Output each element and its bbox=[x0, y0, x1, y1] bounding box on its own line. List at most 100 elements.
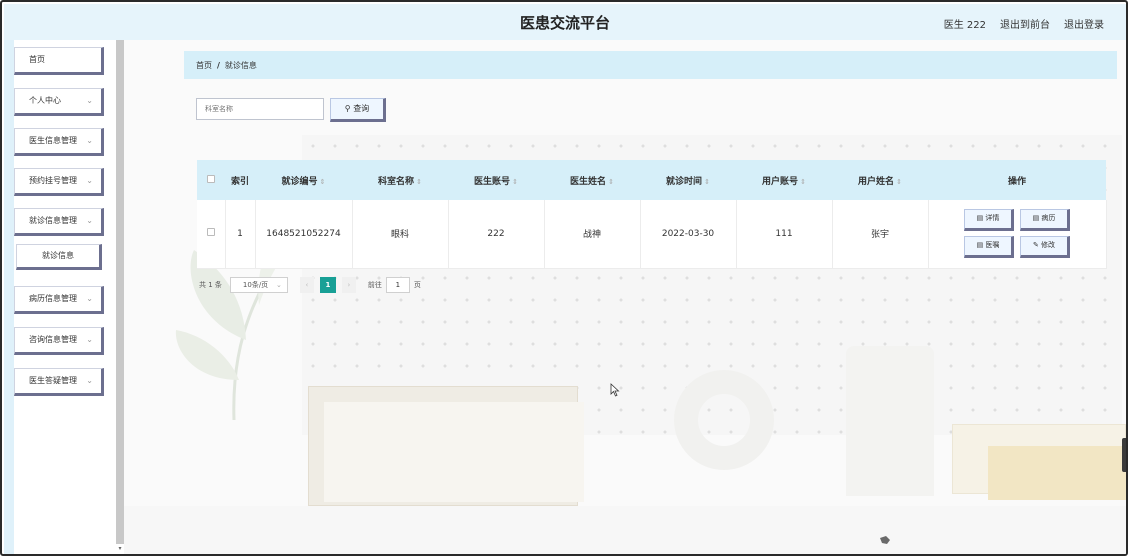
sidebar-item-label: 医生答疑管理 bbox=[29, 376, 77, 385]
right-edge-scroll-handle[interactable] bbox=[1122, 438, 1126, 472]
visit-table: 索引 就诊编号 ⇕ 科室名称 ⇕ 医生账号 ⇕ 医生姓名 ⇕ 就诊时间 ⇕ 用户账号 ⇕ 用… bbox=[197, 160, 1107, 269]
cell-visit-time: 2022-03-30 bbox=[640, 200, 737, 269]
chevron-down-icon: ⌄ bbox=[276, 281, 282, 289]
cell-doctor-account: 222 bbox=[448, 200, 545, 269]
search-button[interactable]: ⚲ 查询 bbox=[330, 98, 386, 122]
column-header-label: 医生姓名 bbox=[570, 176, 607, 187]
cell-actions: ▤ 详情 ▤ 病历 ▤ 医嘱 ✎ 修改 bbox=[928, 200, 1107, 269]
sidebar-item-doctor-info[interactable]: 医生信息管理 ⌄ bbox=[14, 128, 104, 156]
column-header[interactable]: 就诊编号 ⇕ bbox=[255, 160, 352, 200]
document-icon: ▤ bbox=[1032, 214, 1040, 223]
dept-search-input[interactable] bbox=[196, 98, 324, 120]
breadcrumb-current: 就诊信息 bbox=[224, 61, 257, 70]
sidebar-item-medical-records[interactable]: 病历信息管理 ⌄ bbox=[14, 286, 104, 314]
row-checkbox-cell[interactable] bbox=[197, 200, 226, 269]
goto-page-input[interactable]: 1 bbox=[385, 277, 410, 293]
table-row: 1 1648521052274 眼科 222 战神 2022-03-30 111… bbox=[197, 200, 1107, 269]
scroll-down-arrow-icon[interactable]: ▾ bbox=[116, 544, 124, 554]
sort-icon[interactable]: ⇕ bbox=[704, 178, 710, 186]
page-size-select[interactable]: 10条/页 ⌄ bbox=[229, 277, 288, 293]
chevron-left-icon: ‹ bbox=[305, 281, 309, 289]
sort-icon[interactable]: ⇕ bbox=[608, 178, 614, 186]
sidebar-scrollbar[interactable] bbox=[116, 40, 124, 544]
background-floor bbox=[124, 506, 1126, 554]
next-page-button[interactable]: › bbox=[341, 277, 356, 293]
cell-index: 1 bbox=[225, 200, 256, 269]
column-header: 索引 bbox=[225, 160, 255, 200]
chevron-up-icon: ⌄ bbox=[86, 216, 93, 225]
header-user-links: 医生 222 退出到前台 退出登录 bbox=[944, 16, 1104, 31]
back-to-frontend-link[interactable]: 退出到前台 bbox=[1000, 16, 1050, 31]
breadcrumb: 首页 / 就诊信息 bbox=[196, 60, 257, 71]
current-user-label: 医生 222 bbox=[943, 20, 986, 31]
pagination: 共 1 条 10条/页 ⌄ ‹ 1 › 前往 1 页 bbox=[199, 277, 421, 293]
page-number-button[interactable]: 1 bbox=[319, 277, 336, 293]
column-header-label: 就诊编号 bbox=[281, 176, 318, 187]
chevron-right-icon: › bbox=[347, 281, 351, 289]
sidebar-item-doctor-qa[interactable]: 医生答疑管理 ⌄ bbox=[14, 368, 104, 396]
checkbox-icon[interactable] bbox=[207, 174, 215, 183]
document-icon: ▤ bbox=[976, 214, 984, 223]
select-all-checkbox[interactable] bbox=[197, 160, 225, 200]
column-header[interactable]: 用户账号 ⇕ bbox=[736, 160, 832, 200]
screen-artifact-icon bbox=[880, 536, 890, 544]
sidebar-item-label: 医生信息管理 bbox=[29, 136, 77, 145]
chevron-down-icon: ⌄ bbox=[86, 136, 93, 145]
background-box-inner bbox=[324, 402, 584, 502]
medical-record-button[interactable]: ▤ 病历 bbox=[1020, 209, 1070, 232]
chevron-down-icon: ⌄ bbox=[86, 335, 93, 344]
cell-user-account: 111 bbox=[736, 200, 833, 269]
column-header[interactable]: 就诊时间 ⇕ bbox=[640, 160, 736, 200]
chevron-down-icon: ⌄ bbox=[86, 294, 93, 303]
sidebar-item-home[interactable]: 首页 bbox=[14, 47, 104, 75]
sort-icon[interactable]: ⇕ bbox=[512, 178, 518, 186]
sidebar-subitem-label: 就诊信息 bbox=[42, 251, 74, 260]
column-header-label: 索引 bbox=[230, 176, 249, 187]
sidebar-item-label: 咨询信息管理 bbox=[29, 335, 77, 344]
logout-link[interactable]: 退出登录 bbox=[1064, 16, 1104, 31]
sidebar-item-personal-center[interactable]: 个人中心 ⌄ bbox=[14, 88, 104, 116]
chevron-down-icon: ⌄ bbox=[86, 96, 93, 105]
sort-icon[interactable]: ⇕ bbox=[416, 178, 422, 186]
column-header-label: 科室名称 bbox=[378, 176, 415, 187]
button-label: 医嘱 bbox=[985, 241, 1000, 250]
sort-icon[interactable]: ⇕ bbox=[800, 178, 806, 186]
sidebar-item-appointments[interactable]: 预约挂号管理 ⌄ bbox=[14, 168, 104, 196]
pencil-icon: ✎ bbox=[1032, 241, 1039, 250]
mouse-cursor-icon bbox=[610, 383, 620, 397]
cell-user-name: 张宇 bbox=[832, 200, 929, 269]
doctor-advice-button[interactable]: ▤ 医嘱 bbox=[964, 236, 1014, 259]
cell-visit-no: 1648521052274 bbox=[255, 200, 353, 269]
column-header-label: 医生账号 bbox=[474, 176, 511, 187]
app-window: 医患交流平台 医生 222 退出到前台 退出登录 ▾ 首页 个人中心 ⌄ 医生信… bbox=[0, 0, 1128, 556]
edit-button[interactable]: ✎ 修改 bbox=[1020, 236, 1070, 259]
cell-dept: 眼科 bbox=[352, 200, 449, 269]
sort-icon[interactable]: ⇕ bbox=[320, 178, 326, 186]
column-header[interactable]: 医生姓名 ⇕ bbox=[544, 160, 640, 200]
button-label: 修改 bbox=[1041, 241, 1056, 250]
chevron-down-icon: ⌄ bbox=[86, 176, 93, 185]
table-header-row: 索引 就诊编号 ⇕ 科室名称 ⇕ 医生账号 ⇕ 医生姓名 ⇕ 就诊时间 ⇕ 用户账号 ⇕ 用… bbox=[197, 160, 1106, 200]
breadcrumb-bar: 首页 / 就诊信息 bbox=[184, 51, 1117, 79]
sidebar-item-label: 个人中心 bbox=[29, 96, 61, 105]
background-cylinder-image bbox=[846, 346, 934, 496]
sidebar-item-label: 预约挂号管理 bbox=[29, 176, 77, 185]
background-ring-image bbox=[674, 370, 774, 470]
column-header[interactable]: 医生账号 ⇕ bbox=[448, 160, 544, 200]
sidebar-item-visits[interactable]: 就诊信息管理 ⌄ bbox=[14, 208, 104, 236]
sort-icon[interactable]: ⇕ bbox=[896, 178, 902, 186]
button-label: 病历 bbox=[1041, 214, 1056, 223]
column-header[interactable]: 科室名称 ⇕ bbox=[352, 160, 448, 200]
breadcrumb-home[interactable]: 首页 bbox=[196, 61, 212, 70]
sidebar-accent-strip bbox=[4, 40, 14, 554]
details-button[interactable]: ▤ 详情 bbox=[964, 209, 1014, 232]
sidebar-subitem-visit-info[interactable]: 就诊信息 bbox=[16, 244, 102, 270]
sidebar-item-consultations[interactable]: 咨询信息管理 ⌄ bbox=[14, 327, 104, 355]
sidebar-item-label: 病历信息管理 bbox=[29, 294, 77, 303]
main-content: 首页/就诊信息 ⚲ 查询 索引 就诊编号⇕ 科室名称⇕ 医生账号⇕ bbox=[124, 40, 1126, 554]
column-header-label: 就诊时间 bbox=[666, 176, 703, 187]
checkbox-icon[interactable] bbox=[206, 228, 215, 237]
column-header[interactable]: 用户姓名 ⇕ bbox=[832, 160, 928, 200]
prev-page-button[interactable]: ‹ bbox=[299, 277, 314, 293]
column-header-label: 操作 bbox=[1007, 176, 1026, 187]
